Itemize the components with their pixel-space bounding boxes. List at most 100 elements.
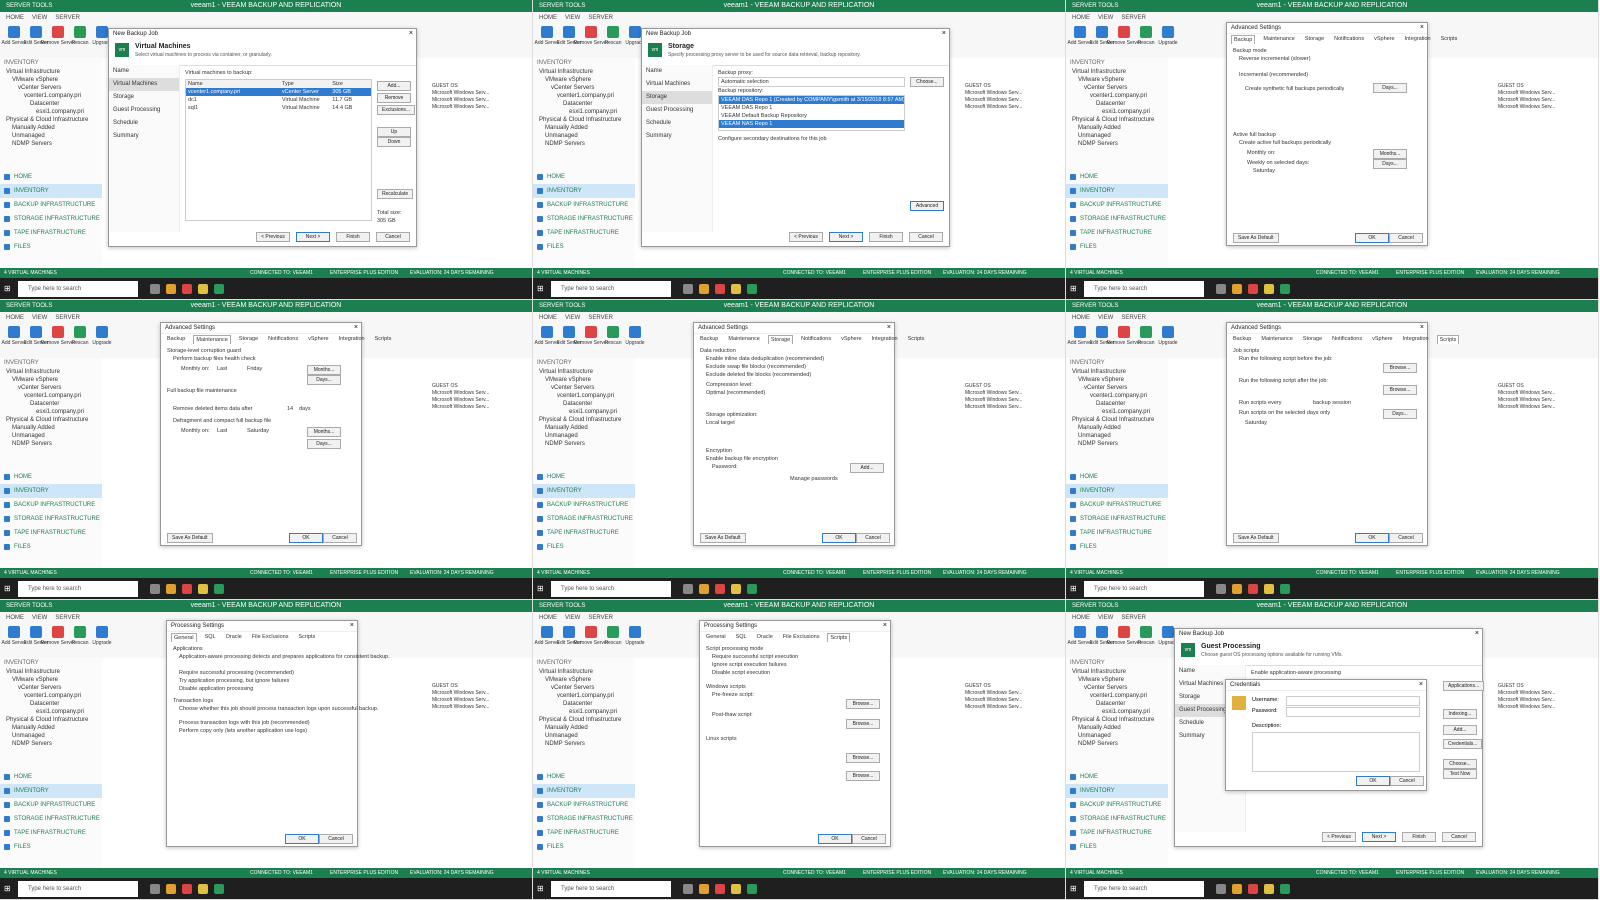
dialog-tab[interactable]: Maintenance [193,335,231,344]
ribbon-button[interactable]: Rescan [605,326,621,350]
cancel-button[interactable]: Cancel [323,533,357,543]
side-button[interactable]: Exclusions... [377,105,416,115]
nav-item[interactable]: HOME [533,770,635,784]
nav-item[interactable]: INVENTORY [1066,484,1168,498]
tree-node[interactable]: esxi1.company.pri [1072,108,1168,116]
side-button[interactable]: Choose... [1443,759,1477,769]
nav-item[interactable]: STORAGE INFRASTRUCTURE [533,512,635,526]
tree-node[interactable]: esxi1.company.pri [1072,408,1168,416]
wizard-step[interactable]: Name [1175,665,1245,678]
taskbar-app-icon[interactable] [1216,884,1226,894]
tree-node[interactable]: NDMP Servers [1072,140,1168,148]
nav-item[interactable]: STORAGE INFRASTRUCTURE [533,812,635,826]
tree-node[interactable]: vCenter Servers [539,384,635,392]
nav-item[interactable]: INVENTORY [533,484,635,498]
ribbon-tab[interactable]: SERVER [1121,15,1146,21]
nav-item[interactable]: STORAGE INFRASTRUCTURE [0,812,102,826]
taskbar-app-icon[interactable] [731,284,741,294]
tree-node[interactable]: Manually Added [1072,424,1168,432]
dialog-tab[interactable]: Backup [1231,335,1253,344]
tree-node[interactable]: vcenter1.company.pri [6,392,102,400]
nav-item[interactable]: TAPE INFRASTRUCTURE [1066,226,1168,240]
months-button[interactable]: Months... [1373,149,1407,159]
ribbon-button[interactable]: Rescan [72,326,88,350]
ribbon-button[interactable]: Remove Server [574,26,608,50]
taskbar-app-icon[interactable] [214,284,224,294]
nav-item[interactable]: STORAGE INFRASTRUCTURE [1066,812,1168,826]
nav-item[interactable]: STORAGE INFRASTRUCTURE [0,212,102,226]
table-row[interactable]: vcenter1.company.pri vCenter Server 305 GB [186,88,371,96]
nav-item[interactable]: FILES [533,240,635,254]
taskbar-search[interactable]: Type here to search [551,281,671,297]
taskbar-app-icon[interactable] [214,584,224,594]
wizard-step[interactable]: Summary [642,130,712,143]
taskbar-app-icon[interactable] [747,584,757,594]
ribbon-button[interactable]: Edit Server [1090,626,1114,650]
ribbon-tab[interactable]: HOME [539,315,557,321]
ribbon-tab[interactable]: VIEW [1098,15,1113,21]
save-as-default-button[interactable]: Save As Default [1233,533,1279,543]
tree-node[interactable]: Unmanaged [1072,732,1168,740]
tree-node[interactable]: VMware vSphere [1072,76,1168,84]
nav-item[interactable]: HOME [533,470,635,484]
taskbar-app-icon[interactable] [198,584,208,594]
days-button[interactable]: Days... [1383,409,1417,419]
windows-start-icon[interactable]: ⊞ [537,584,547,594]
tree-node[interactable]: Unmanaged [1072,432,1168,440]
browse-button[interactable]: Browse... [1383,363,1417,373]
taskbar-app-icon[interactable] [166,584,176,594]
ribbon-tab[interactable]: VIEW [1098,315,1113,321]
ribbon-button[interactable]: Rescan [1138,626,1154,650]
tree-node[interactable]: VMware vSphere [539,76,635,84]
tree-node[interactable]: vCenter Servers [6,84,102,92]
tree-node[interactable]: Virtual Infrastructure [1072,368,1168,376]
taskbar-search[interactable]: Type here to search [1084,881,1204,897]
dialog-tab[interactable]: Scripts [296,633,317,642]
tree-node[interactable]: Virtual Infrastructure [1072,68,1168,76]
ribbon-button[interactable]: Edit Server [24,326,48,350]
tree-node[interactable]: vcenter1.company.pri [539,692,635,700]
cancel-button[interactable]: Cancel [852,834,886,844]
taskbar-app-icon[interactable] [150,284,160,294]
dialog-tab[interactable]: vSphere [306,335,331,344]
tree-node[interactable]: Datacenter [539,400,635,408]
taskbar-app-icon[interactable] [182,584,192,594]
dialog-tab[interactable]: vSphere [839,335,864,344]
tree-node[interactable]: vcenter1.company.pri [1072,392,1168,400]
windows-start-icon[interactable]: ⊞ [1070,284,1080,294]
dialog-tab[interactable]: Backup [698,335,720,344]
wizard-button[interactable]: Cancel [909,232,943,242]
tree-node[interactable]: VMware vSphere [6,76,102,84]
ribbon-button[interactable]: Add Server [535,26,560,50]
taskbar-app-icon[interactable] [747,284,757,294]
cancel-button[interactable]: Cancel [319,834,353,844]
tree-node[interactable]: vcenter1.company.pri [539,92,635,100]
tree-node[interactable]: Physical & Cloud Infrastructure [6,416,102,424]
dialog-tab[interactable]: Storage [767,335,794,344]
nav-item[interactable]: BACKUP INFRASTRUCTURE [533,798,635,812]
taskbar-app-icon[interactable] [198,884,208,894]
nav-item[interactable]: FILES [0,540,102,554]
dialog-tab[interactable]: Notifications [1332,35,1366,44]
nav-item[interactable]: HOME [533,170,635,184]
tree-node[interactable]: Virtual Infrastructure [539,368,635,376]
nav-item[interactable]: TAPE INFRASTRUCTURE [0,526,102,540]
nav-item[interactable]: STORAGE INFRASTRUCTURE [0,512,102,526]
nav-item[interactable]: FILES [1066,840,1168,854]
windows-start-icon[interactable]: ⊞ [4,284,14,294]
ok-button[interactable]: OK [1355,233,1389,243]
ribbon-tab[interactable]: HOME [6,15,24,21]
dialog-tab[interactable]: Storage [1301,335,1324,344]
tree-node[interactable]: vCenter Servers [6,384,102,392]
taskbar-app-icon[interactable] [166,284,176,294]
tree-node[interactable]: VMware vSphere [1072,676,1168,684]
ribbon-button[interactable]: Rescan [1138,26,1154,50]
tree-node[interactable]: Unmanaged [6,732,102,740]
ribbon-button[interactable]: Add Server [535,626,560,650]
ribbon-tab[interactable]: HOME [6,315,24,321]
cancel-button[interactable]: Cancel [856,533,890,543]
tree-node[interactable]: vcenter1.company.pri [1072,692,1168,700]
taskbar-search[interactable]: Type here to search [18,881,138,897]
ribbon-tab[interactable]: SERVER [1121,615,1146,621]
days-button[interactable]: Days... [307,439,341,449]
